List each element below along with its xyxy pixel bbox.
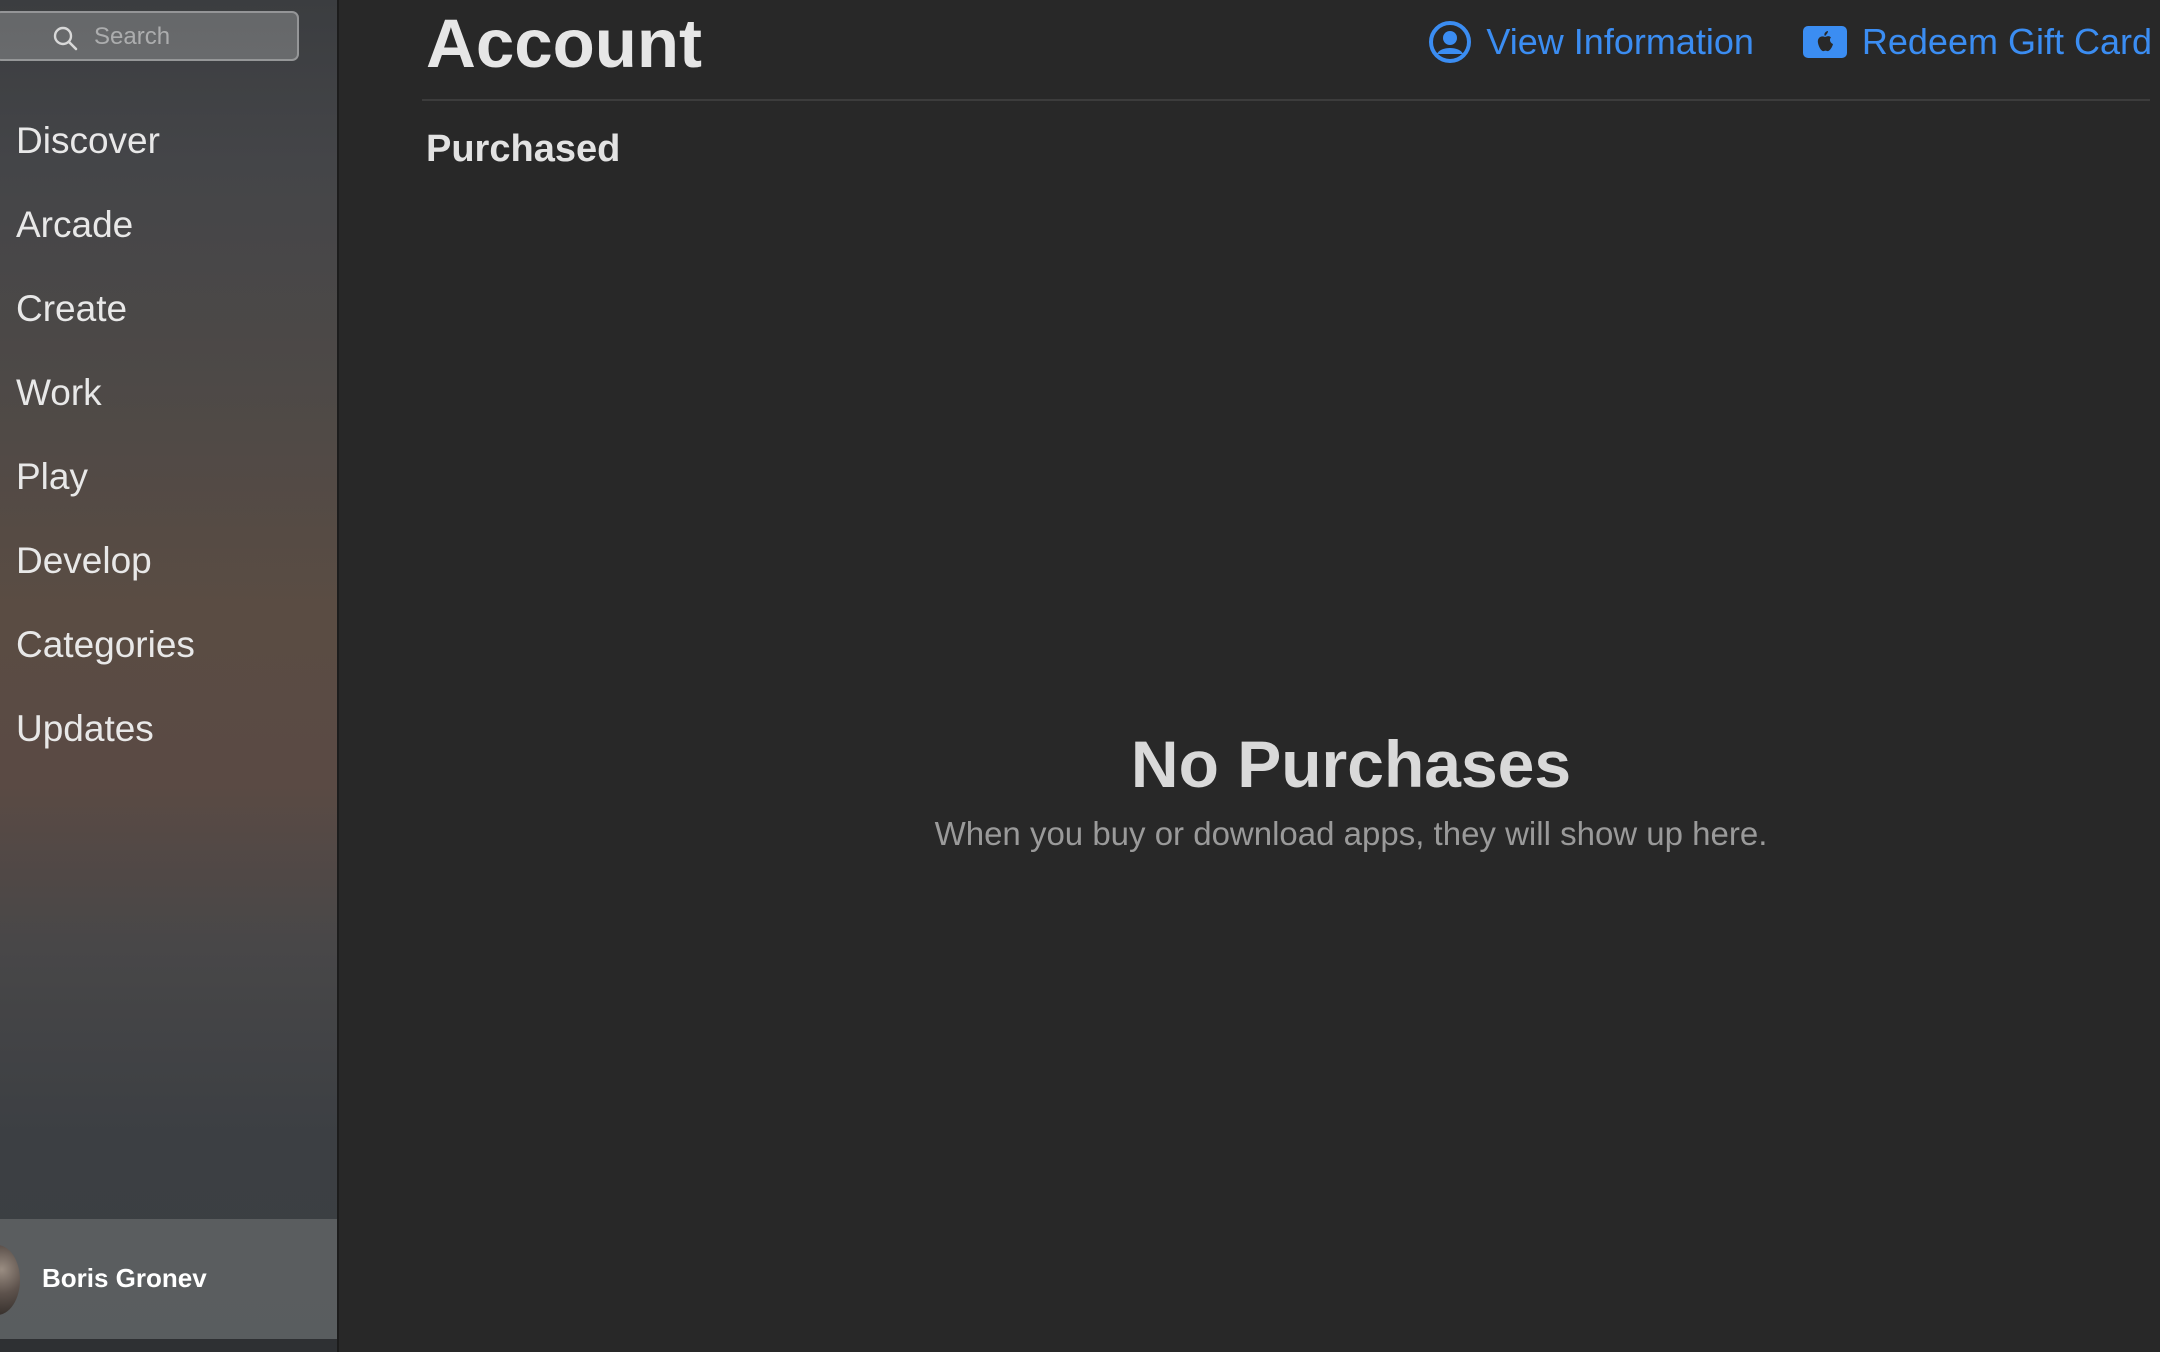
sidebar-item-updates[interactable]: Updates (0, 700, 339, 784)
app-store-window: Discover Arcade Create Work Play Develop… (0, 0, 2160, 1352)
sidebar: Discover Arcade Create Work Play Develop… (0, 0, 339, 1352)
account-button[interactable]: Boris Gronev (0, 1219, 337, 1339)
avatar (0, 1245, 20, 1315)
sidebar-item-categories[interactable]: Categories (0, 616, 339, 700)
sidebar-item-create[interactable]: Create (0, 280, 339, 364)
search-input[interactable] (92, 19, 286, 55)
sidebar-item-work[interactable]: Work (0, 364, 339, 448)
view-information-button[interactable]: View Information (1428, 20, 1754, 64)
sidebar-item-play[interactable]: Play (0, 448, 339, 532)
sidebar-item-arcade[interactable]: Arcade (0, 196, 339, 280)
view-information-label: View Information (1486, 21, 1754, 62)
section-title: Purchased (426, 128, 621, 170)
person-circle-icon (1428, 20, 1472, 64)
sidebar-item-discover[interactable]: Discover (0, 112, 339, 196)
header-divider (422, 99, 2150, 101)
search-field[interactable] (0, 11, 299, 61)
search-icon (52, 25, 78, 51)
page-title: Account (426, 5, 702, 82)
header-actions: View Information Redeem Gift Card (1428, 20, 2152, 64)
redeem-gift-card-label: Redeem Gift Card (1861, 21, 2152, 62)
user-name: Boris Gronev (42, 1263, 207, 1293)
gift-card-icon (1802, 25, 1848, 59)
sidebar-bottom-strip (0, 1339, 337, 1352)
empty-state-subtitle: When you buy or download apps, they will… (934, 815, 1768, 852)
main-content: Account View Information Redeem Gift Car… (340, 0, 2160, 1352)
empty-state: No Purchases When you buy or download ap… (340, 720, 2160, 860)
sidebar-nav: Discover Arcade Create Work Play Develop… (0, 112, 339, 784)
empty-state-title: No Purchases (1130, 727, 1572, 801)
sidebar-item-develop[interactable]: Develop (0, 532, 339, 616)
redeem-gift-card-button[interactable]: Redeem Gift Card (1802, 21, 2152, 63)
